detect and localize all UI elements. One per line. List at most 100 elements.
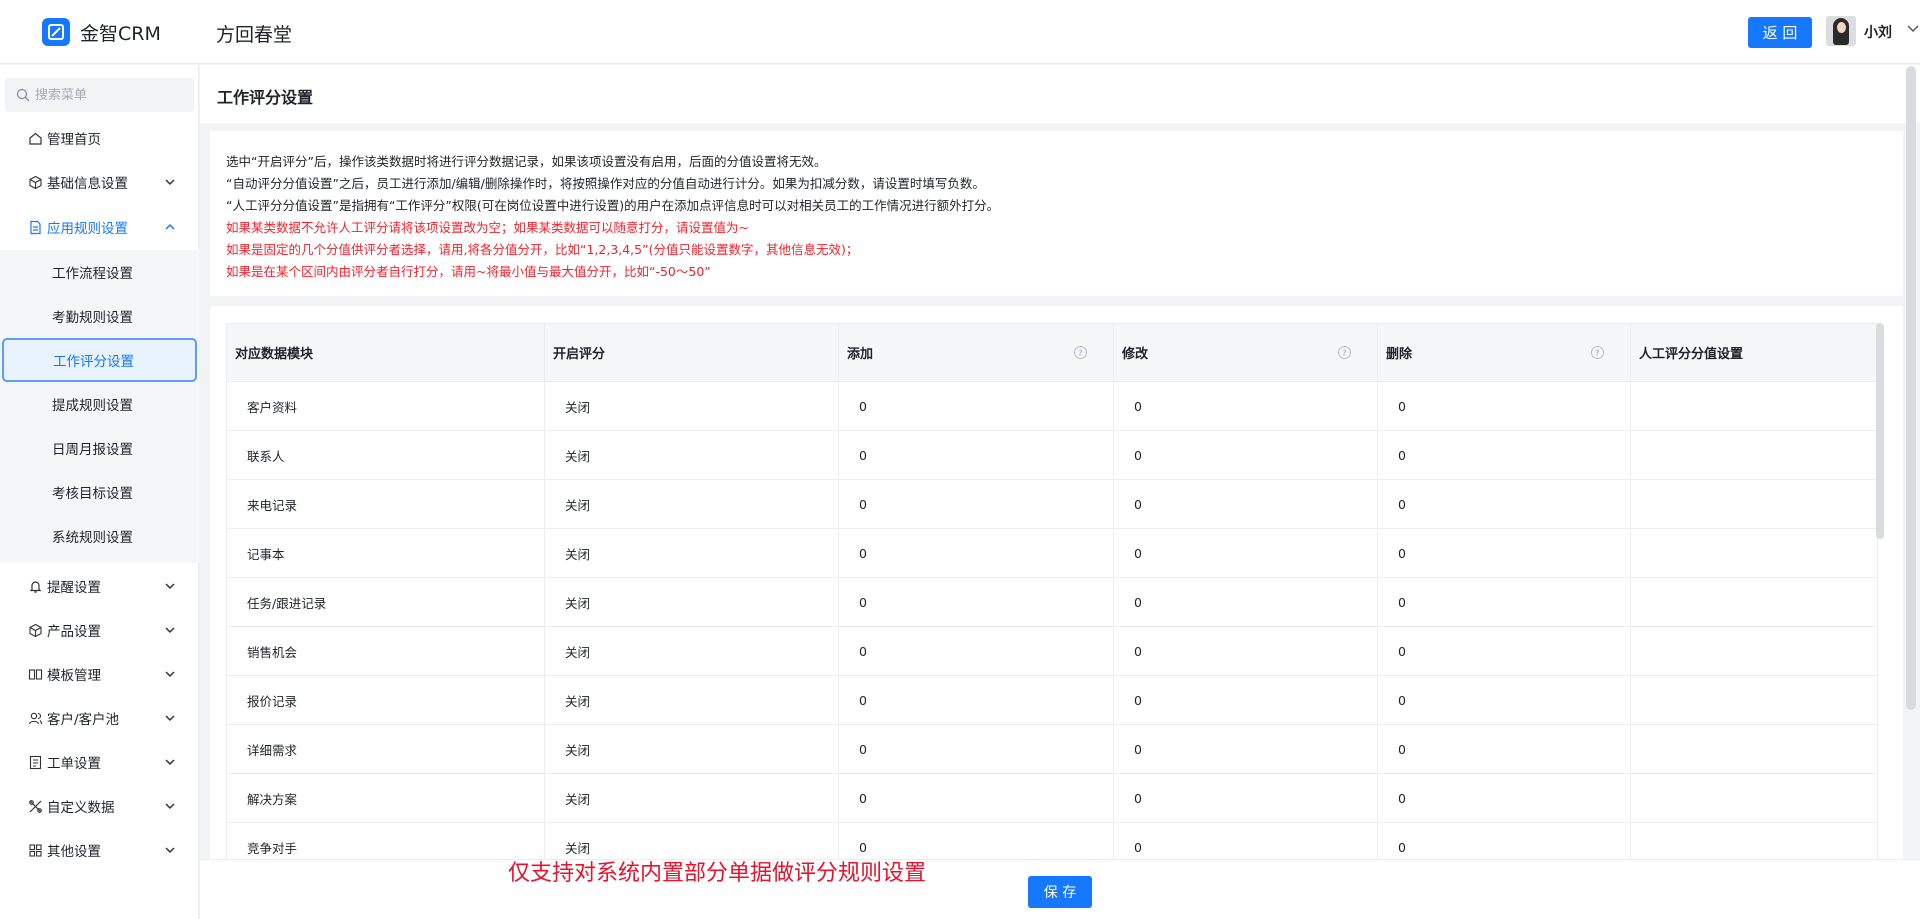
cell-add-score[interactable]: 0 (838, 479, 1114, 529)
cell-add-score[interactable]: 0 (838, 577, 1114, 627)
cell-manual-score[interactable] (1630, 479, 1878, 529)
chevron-down-icon (165, 847, 175, 854)
search-icon (16, 88, 30, 102)
save-button[interactable]: 保 存 (1028, 876, 1092, 908)
cell-add-score[interactable]: 0 (838, 626, 1114, 676)
svg-text:?: ? (1595, 349, 1600, 358)
cell-manual-score[interactable] (1630, 724, 1878, 774)
back-button[interactable]: 返 回 (1748, 17, 1812, 48)
cell-add-score[interactable]: 0 (838, 724, 1114, 774)
chevron-down-icon[interactable] (1906, 21, 1920, 35)
home-icon (29, 132, 42, 145)
cell-enable-status[interactable]: 关闭 (544, 822, 839, 859)
cell-delete-score[interactable]: 0 (1377, 528, 1631, 578)
cell-delete-score[interactable]: 0 (1377, 430, 1631, 480)
submenu-item-attendance[interactable]: 考勤规则设置 (0, 294, 199, 338)
table-row: 记事本 关闭 0 0 0 (226, 528, 1878, 578)
column-header-enable: 开启评分 (544, 323, 839, 382)
cell-edit-score[interactable]: 0 (1113, 430, 1378, 480)
cell-add-score[interactable]: 0 (838, 430, 1114, 480)
cell-delete-score[interactable]: 0 (1377, 479, 1631, 529)
cell-enable-status[interactable]: 关闭 (544, 773, 839, 823)
cell-edit-score[interactable]: 0 (1113, 626, 1378, 676)
warning-line: 如果某类数据不允许人工评分请将该项设置改为空；如果某类数据可以随意打分，请设置值… (226, 220, 749, 235)
cell-module: 任务/跟进记录 (226, 577, 545, 627)
menu-search[interactable] (5, 78, 194, 112)
sidebar-item-other-settings[interactable]: 其他设置 (0, 828, 199, 872)
cell-manual-score[interactable] (1630, 675, 1878, 725)
submenu-item-work-scoring[interactable]: 工作评分设置 (2, 338, 197, 382)
instruction-line: “自动评分分值设置”之后，员工进行添加/编辑/删除操作时，将按照操作对应的分值自… (226, 176, 985, 191)
cell-delete-score[interactable]: 0 (1377, 381, 1631, 431)
avatar[interactable] (1826, 16, 1856, 46)
page-scrollbar[interactable] (1906, 66, 1916, 710)
sidebar-item-custom-data[interactable]: 自定义数据 (0, 784, 199, 828)
sidebar-item-templates[interactable]: 模板管理 (0, 652, 199, 696)
cell-add-score[interactable]: 0 (838, 822, 1114, 859)
page-title-bar: 工作评分设置 (200, 65, 1920, 123)
cell-manual-score[interactable] (1630, 822, 1878, 859)
sidebar-item-app-rules[interactable]: 应用规则设置 (0, 205, 199, 249)
cell-edit-score[interactable]: 0 (1113, 822, 1378, 859)
cube-icon (29, 175, 42, 189)
svg-text:?: ? (1078, 349, 1083, 358)
sidebar-item-home[interactable]: 管理首页 (0, 116, 199, 160)
search-input[interactable] (35, 87, 185, 103)
table-row: 销售机会 关闭 0 0 0 (226, 626, 1878, 676)
cell-enable-status[interactable]: 关闭 (544, 577, 839, 627)
cell-manual-score[interactable] (1630, 381, 1878, 431)
cell-manual-score[interactable] (1630, 773, 1878, 823)
cell-enable-status[interactable]: 关闭 (544, 381, 839, 431)
submenu-item-commission[interactable]: 提成规则设置 (0, 382, 199, 426)
sidebar-item-tickets[interactable]: 工单设置 (0, 740, 199, 784)
cell-edit-score[interactable]: 0 (1113, 577, 1378, 627)
cell-edit-score[interactable]: 0 (1113, 381, 1378, 431)
sidebar-item-products[interactable]: 产品设置 (0, 608, 199, 652)
cell-delete-score[interactable]: 0 (1377, 773, 1631, 823)
cell-edit-score[interactable]: 0 (1113, 479, 1378, 529)
cell-add-score[interactable]: 0 (838, 381, 1114, 431)
cell-enable-status[interactable]: 关闭 (544, 479, 839, 529)
cell-manual-score[interactable] (1630, 577, 1878, 627)
cell-add-score[interactable]: 0 (838, 528, 1114, 578)
cell-delete-score[interactable]: 0 (1377, 724, 1631, 774)
help-icon[interactable]: ? (1073, 345, 1088, 360)
cell-delete-score[interactable]: 0 (1377, 675, 1631, 725)
submenu-item-assessment[interactable]: 考核目标设置 (0, 470, 199, 514)
cell-delete-score[interactable]: 0 (1377, 626, 1631, 676)
brand-name: 金智CRM (80, 23, 161, 45)
cell-enable-status[interactable]: 关闭 (544, 528, 839, 578)
sidebar-item-label: 模板管理 (47, 668, 101, 684)
cell-delete-score[interactable]: 0 (1377, 577, 1631, 627)
column-header-delete: 删除 ? (1377, 323, 1631, 382)
cell-edit-score[interactable]: 0 (1113, 675, 1378, 725)
submenu-item-system-rules[interactable]: 系统规则设置 (0, 514, 199, 558)
cell-manual-score[interactable] (1630, 430, 1878, 480)
chevron-down-icon (165, 627, 175, 634)
table-scrollbar[interactable] (1876, 323, 1884, 539)
sidebar-item-basic-info[interactable]: 基础信息设置 (0, 160, 199, 204)
cell-add-score[interactable]: 0 (838, 773, 1114, 823)
cell-edit-score[interactable]: 0 (1113, 773, 1378, 823)
cell-add-score[interactable]: 0 (838, 675, 1114, 725)
cell-enable-status[interactable]: 关闭 (544, 675, 839, 725)
cell-enable-status[interactable]: 关闭 (544, 724, 839, 774)
help-icon[interactable]: ? (1337, 345, 1352, 360)
cell-manual-score[interactable] (1630, 528, 1878, 578)
cell-edit-score[interactable]: 0 (1113, 724, 1378, 774)
help-icon[interactable]: ? (1590, 345, 1605, 360)
submenu-item-reports[interactable]: 日周月报设置 (0, 426, 199, 470)
sidebar-item-customers[interactable]: 客户/客户池 (0, 696, 199, 740)
cell-enable-status[interactable]: 关闭 (544, 626, 839, 676)
submenu-item-workflow[interactable]: 工作流程设置 (0, 250, 199, 294)
user-name[interactable]: 小刘 (1864, 22, 1892, 42)
cell-edit-score[interactable]: 0 (1113, 528, 1378, 578)
chevron-down-icon (165, 803, 175, 810)
cell-manual-score[interactable] (1630, 626, 1878, 676)
sidebar-item-reminders[interactable]: 提醒设置 (0, 564, 199, 608)
instruction-line: “人工评分分值设置”是指拥有“工作评分”权限(可在岗位设置中进行设置)的用户在添… (226, 198, 1000, 213)
cell-module: 来电记录 (226, 479, 545, 529)
cell-enable-status[interactable]: 关闭 (544, 430, 839, 480)
cell-delete-score[interactable]: 0 (1377, 822, 1631, 859)
ticket-icon (29, 755, 42, 769)
